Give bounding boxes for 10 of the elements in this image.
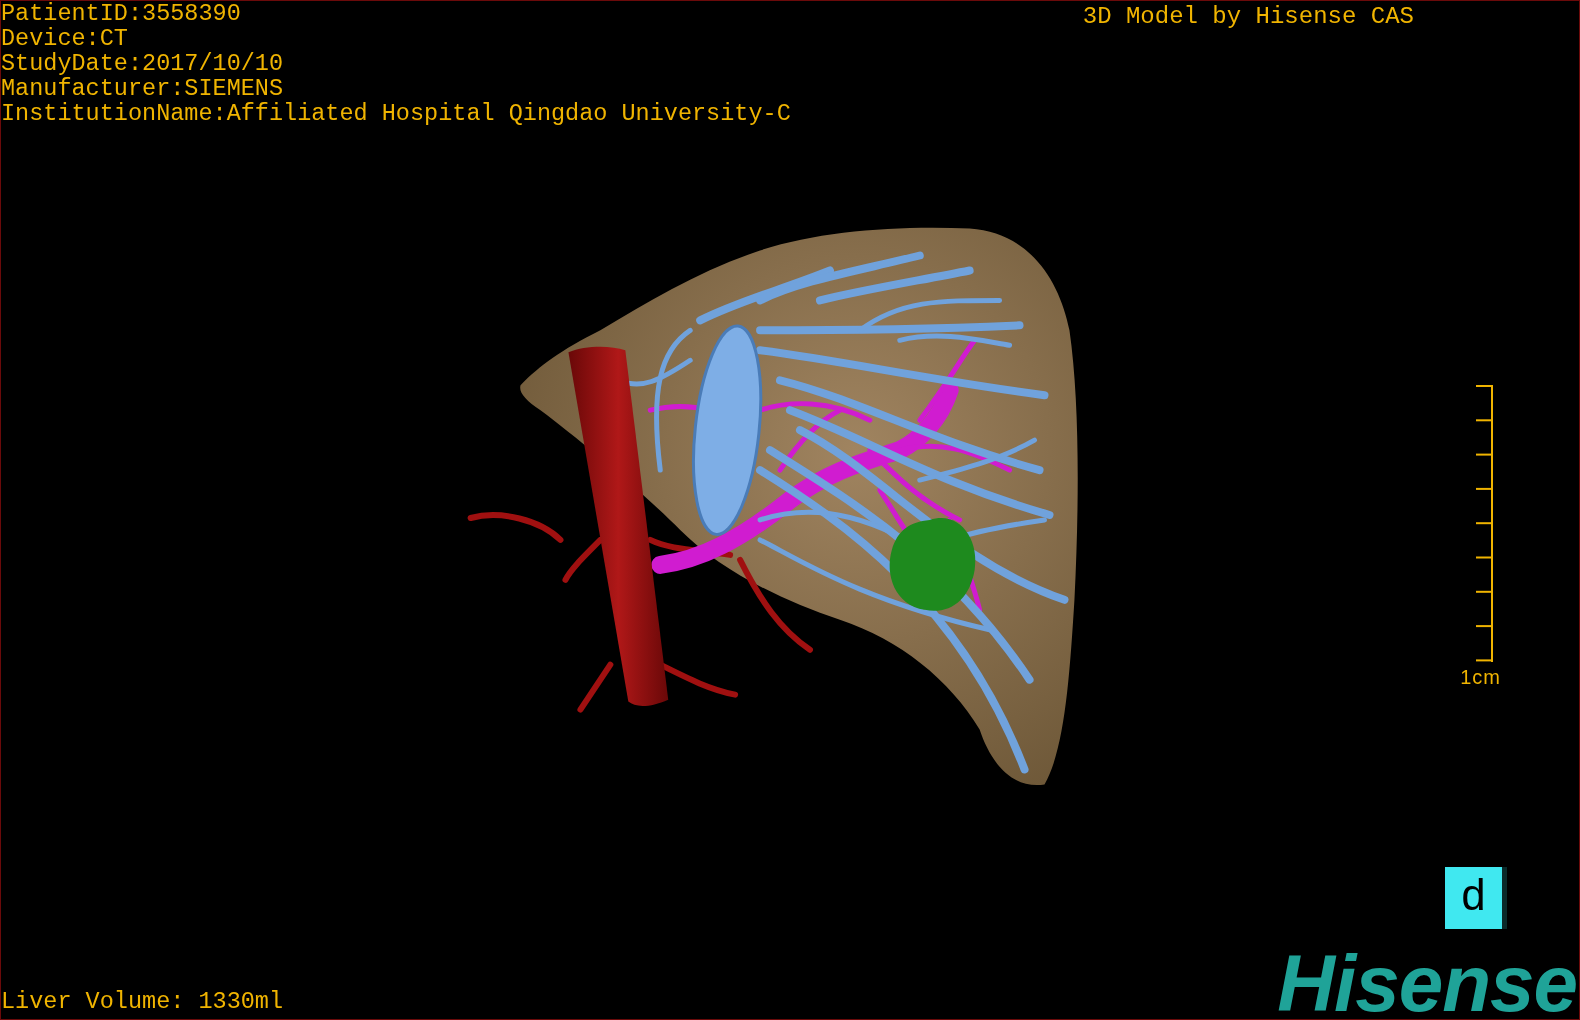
brand-logo: Hisense [1277,949,1577,1019]
info-line: Manufacturer:SIEMENS [1,76,285,101]
liver-volume-text: Liver Volume: 1330ml [1,988,284,1016]
info-line: StudyDate:2017/10/10 [1,51,285,76]
scale-label: 1cm [1460,666,1501,689]
info-line: InstitutionName:Affiliated Hospital Qingdao University-C [1,101,791,126]
info-line: Device:CT [1,26,129,51]
info-line: PatientID:3558390 [1,1,242,26]
view-toggle-button[interactable]: d [1445,867,1507,929]
viewer-title: 3D Model by Hisense CAS [1082,2,1414,32]
